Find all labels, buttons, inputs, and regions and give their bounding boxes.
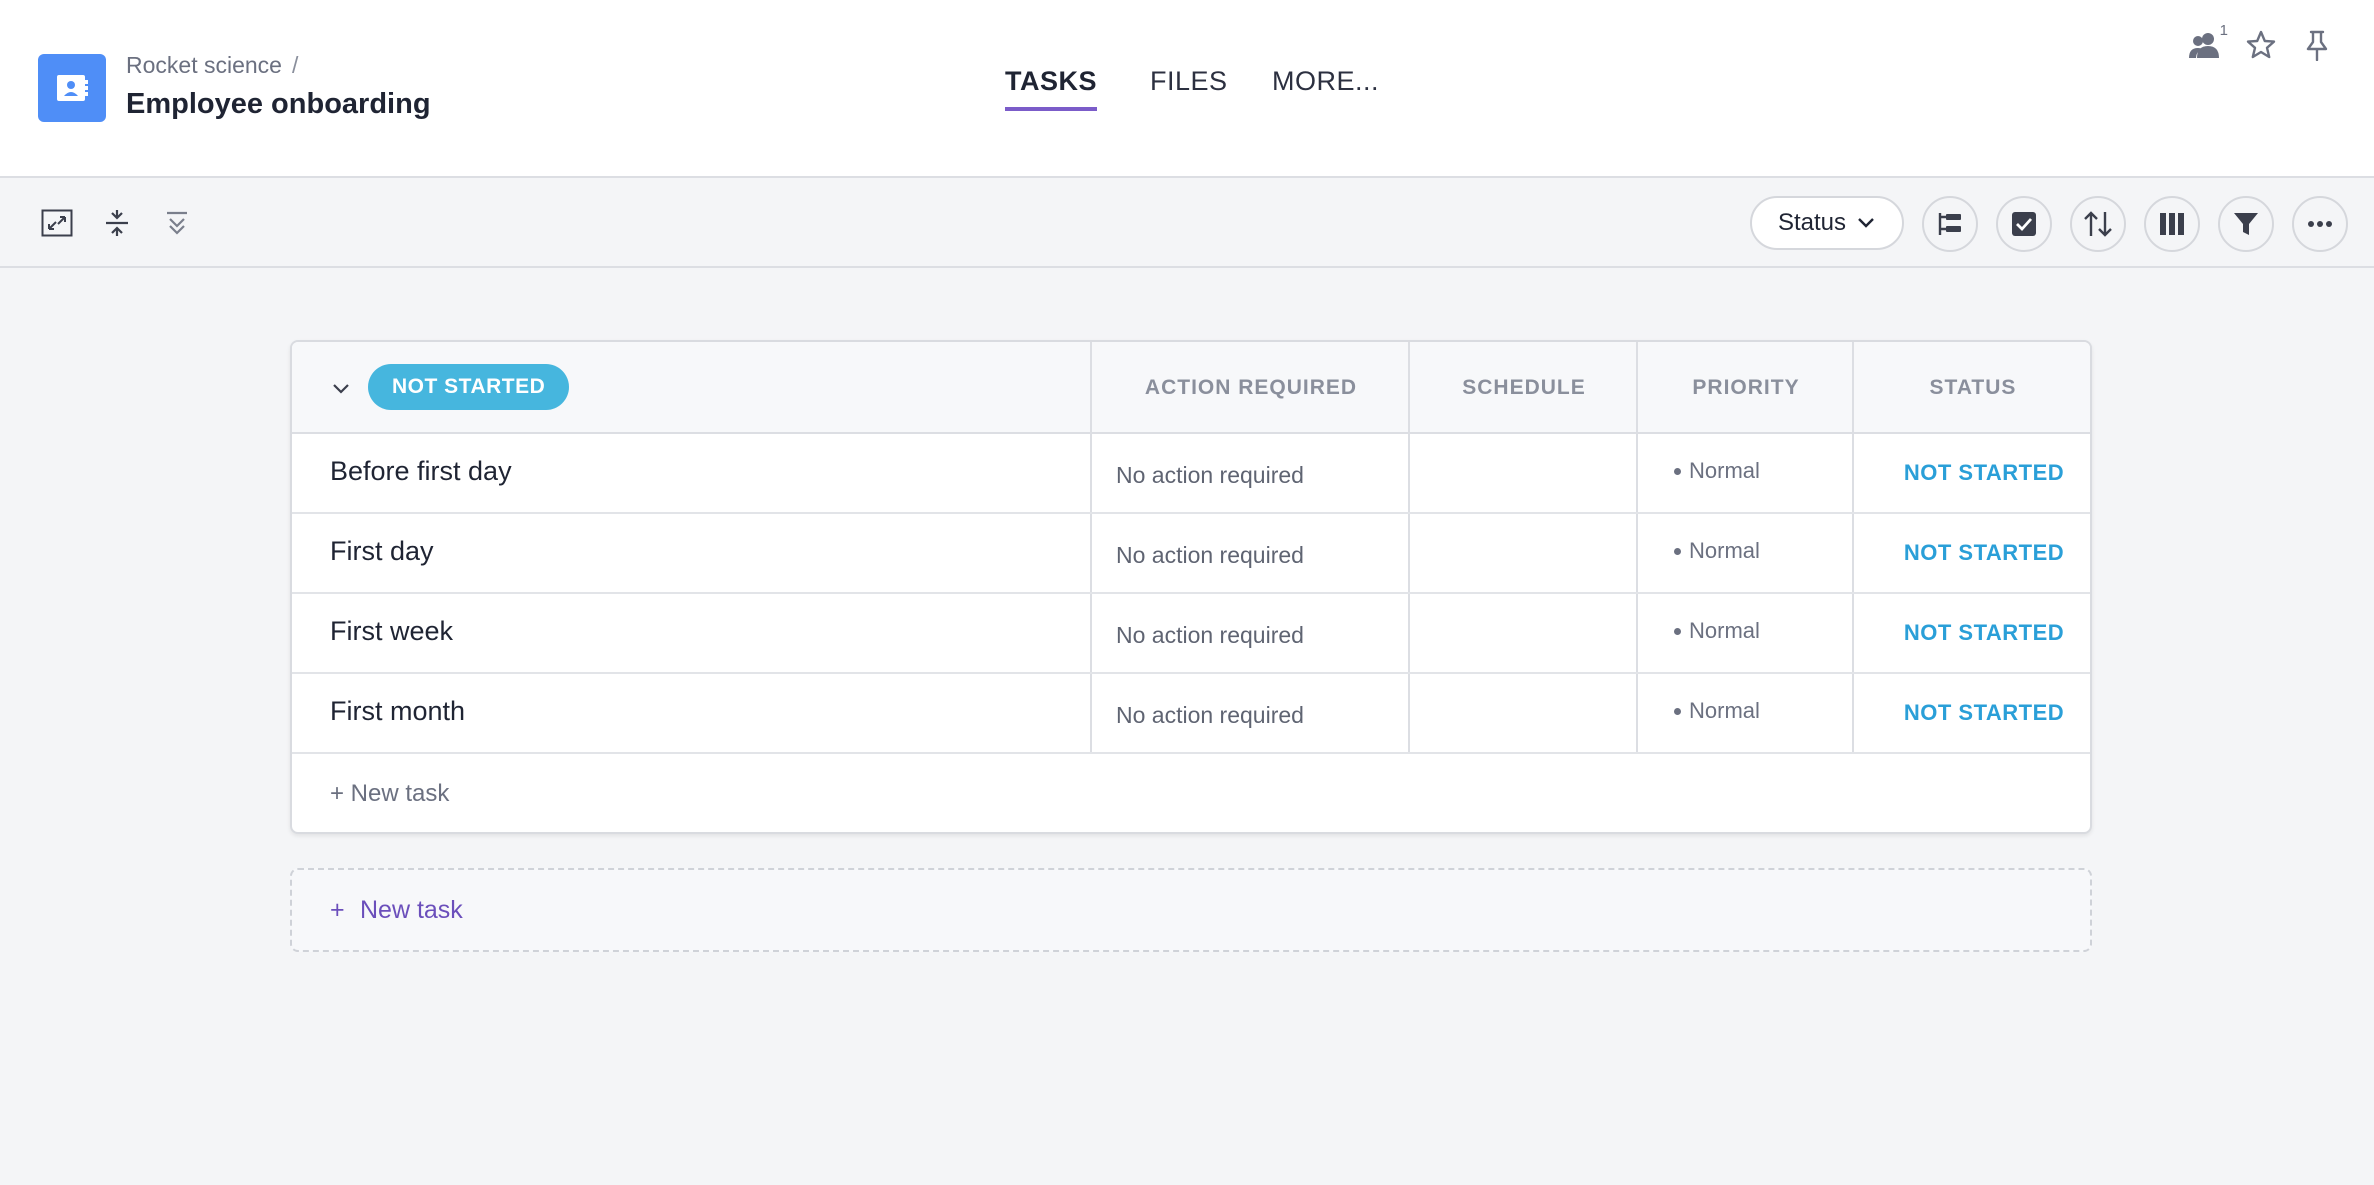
tab-tasks[interactable]: TASKS bbox=[1005, 66, 1097, 111]
plus-icon: + bbox=[330, 896, 345, 924]
status-cell[interactable]: NOT STARTED bbox=[1894, 620, 2074, 646]
tab-more[interactable]: MORE... bbox=[1272, 66, 1422, 107]
collapse-group-chevron-icon[interactable] bbox=[328, 376, 354, 402]
new-task-label: New task bbox=[360, 896, 463, 924]
members-icon[interactable]: 1 bbox=[2188, 22, 2228, 62]
priority-cell[interactable]: Normal bbox=[1674, 538, 1760, 564]
priority-cell[interactable]: Normal bbox=[1674, 618, 1760, 644]
table-row[interactable]: First week No action required Normal NOT… bbox=[292, 594, 2090, 674]
columns-icon[interactable] bbox=[2144, 196, 2200, 252]
priority-dot-icon bbox=[1674, 707, 1681, 715]
collapse-groups-icon[interactable] bbox=[160, 206, 194, 240]
task-group-table: NOT STARTED ACTION REQUIRED SCHEDULE PRI… bbox=[290, 340, 2092, 834]
star-icon[interactable] bbox=[2244, 28, 2278, 62]
group-by-label: Status bbox=[1777, 209, 1847, 236]
priority-label: Normal bbox=[1689, 458, 1760, 483]
breadcrumb[interactable]: Rocket science / bbox=[126, 52, 298, 79]
members-count: 1 bbox=[2219, 22, 2228, 39]
filter-icon[interactable] bbox=[2218, 196, 2274, 252]
priority-label: Normal bbox=[1689, 538, 1760, 563]
new-task-group-button[interactable]: + New task bbox=[290, 868, 2092, 952]
priority-dot-icon bbox=[1674, 627, 1681, 635]
action-required-cell: No action required bbox=[1116, 622, 1304, 648]
priority-label: Normal bbox=[1689, 618, 1760, 643]
sort-icon[interactable] bbox=[2070, 196, 2126, 252]
task-name[interactable]: Before first day bbox=[330, 456, 512, 487]
column-header-priority[interactable]: PRIORITY bbox=[1638, 376, 1854, 400]
column-header-status[interactable]: STATUS bbox=[1854, 376, 2090, 400]
table-toolbar: Status bbox=[0, 180, 2374, 268]
priority-cell[interactable]: Normal bbox=[1674, 698, 1760, 724]
task-name[interactable]: First week bbox=[330, 616, 453, 647]
checkbox-icon[interactable] bbox=[1996, 196, 2052, 252]
chevron-down-icon bbox=[1858, 218, 1874, 228]
header-actions: 1 bbox=[2188, 22, 2334, 62]
group-status-badge[interactable]: NOT STARTED bbox=[368, 364, 570, 410]
action-required-cell: No action required bbox=[1116, 702, 1304, 728]
new-task-row: + New task bbox=[292, 754, 2090, 832]
fullscreen-icon[interactable] bbox=[40, 206, 74, 240]
group-by-select[interactable]: Status bbox=[1750, 196, 1904, 250]
table-row[interactable]: First month No action required Normal NO… bbox=[292, 674, 2090, 754]
pin-icon[interactable] bbox=[2300, 28, 2334, 62]
breadcrumb-separator: / bbox=[291, 52, 299, 78]
status-cell[interactable]: NOT STARTED bbox=[1894, 460, 2074, 486]
priority-dot-icon bbox=[1674, 467, 1681, 475]
project-header: Rocket science / Employee onboarding TASK… bbox=[0, 0, 2374, 178]
priority-label: Normal bbox=[1689, 698, 1760, 723]
column-header-action-required[interactable]: ACTION REQUIRED bbox=[1092, 376, 1410, 400]
page-title: Employee onboarding bbox=[126, 88, 431, 120]
hierarchy-icon[interactable] bbox=[1922, 196, 1978, 252]
project-contact-icon[interactable] bbox=[38, 54, 106, 122]
table-row[interactable]: First day No action required Normal NOT … bbox=[292, 514, 2090, 594]
tab-files[interactable]: FILES bbox=[1150, 66, 1227, 107]
toolbar-right bbox=[1922, 196, 2348, 252]
column-header-schedule[interactable]: SCHEDULE bbox=[1410, 376, 1638, 400]
table-header: NOT STARTED ACTION REQUIRED SCHEDULE PRI… bbox=[292, 342, 2090, 434]
collapse-rows-icon[interactable] bbox=[100, 206, 134, 240]
priority-dot-icon bbox=[1674, 547, 1681, 555]
table-row[interactable]: Before first day No action required Norm… bbox=[292, 434, 2090, 514]
toolbar-left bbox=[40, 206, 194, 240]
new-task-inline-button[interactable]: + New task bbox=[330, 780, 449, 808]
priority-cell[interactable]: Normal bbox=[1674, 458, 1760, 484]
status-cell[interactable]: NOT STARTED bbox=[1894, 700, 2074, 726]
task-name[interactable]: First day bbox=[330, 536, 434, 567]
breadcrumb-project[interactable]: Rocket science bbox=[126, 52, 282, 78]
action-required-cell: No action required bbox=[1116, 462, 1304, 488]
status-cell[interactable]: NOT STARTED bbox=[1894, 540, 2074, 566]
action-required-cell: No action required bbox=[1116, 542, 1304, 568]
more-icon[interactable] bbox=[2292, 196, 2348, 252]
task-name[interactable]: First month bbox=[330, 696, 465, 727]
